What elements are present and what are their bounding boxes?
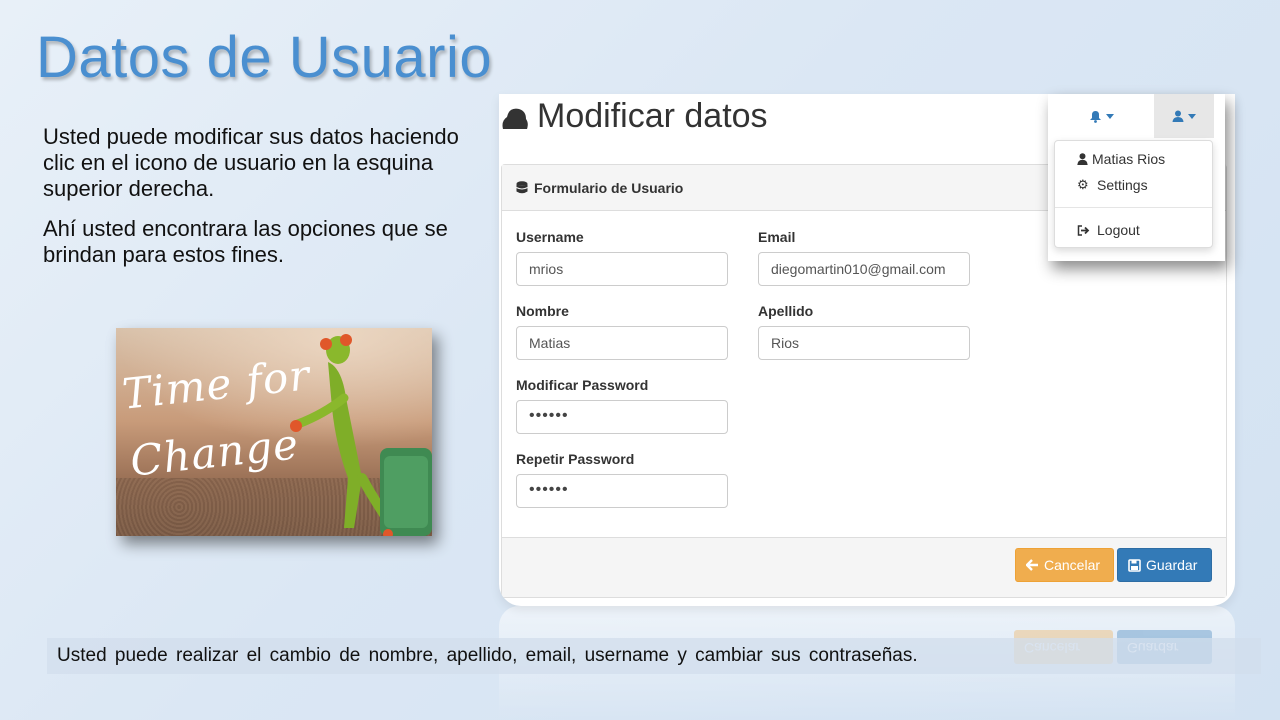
username-label: Username — [516, 229, 584, 245]
save-button[interactable]: Guardar — [1117, 548, 1212, 582]
page-title: Modificar datos — [537, 96, 768, 135]
user-menu-toggle[interactable] — [1154, 94, 1214, 138]
cancel-button[interactable]: Cancelar — [1015, 548, 1114, 582]
bell-icon — [1089, 110, 1101, 123]
footer-text: Usted puede realizar el cambio de nombre… — [57, 645, 918, 666]
repeat-password-input[interactable]: •••••• — [516, 474, 728, 508]
nombre-input[interactable]: Matias — [516, 326, 728, 360]
floppy-disk-icon — [1128, 558, 1141, 572]
repeat-password-field: Repetir Password •••••• — [516, 451, 728, 508]
username-field: Username mrios — [516, 229, 728, 286]
password-field: Modificar Password •••••• — [516, 377, 728, 434]
email-label: Email — [758, 229, 796, 245]
save-label: Guardar — [1146, 557, 1198, 573]
menu-divider — [1055, 207, 1212, 208]
intro-paragraph-2: Ahí usted encontrara las opciones que se… — [43, 216, 448, 267]
user-icon — [1172, 110, 1184, 122]
apellido-label: Apellido — [758, 303, 814, 319]
navbar-dropdown-area: Matias Rios ⚙ Settings Logout — [1048, 94, 1225, 261]
menu-item-settings[interactable]: ⚙ Settings — [1077, 177, 1148, 193]
logout-icon — [1077, 224, 1090, 236]
page-header: Modificar datos — [499, 94, 768, 138]
nombre-label: Nombre — [516, 303, 569, 319]
caret-down-icon — [1188, 113, 1196, 119]
footer-caption: Usted puede realizar el cambio de nombre… — [47, 638, 1261, 674]
menu-item-logout-label: Logout — [1097, 222, 1140, 238]
apellido-field: Apellido Rios — [758, 303, 970, 360]
email-input[interactable]: diegomartin010@gmail.com — [758, 252, 970, 286]
database-icon — [516, 181, 528, 194]
cancel-label: Cancelar — [1044, 557, 1101, 573]
apellido-input[interactable]: Rios — [758, 326, 970, 360]
form-footer: Cancelar Guardar — [502, 537, 1226, 597]
notifications-toggle[interactable] — [1048, 94, 1154, 138]
username-input[interactable]: mrios — [516, 252, 728, 286]
email-field: Email diegomartin010@gmail.com — [758, 229, 970, 286]
nombre-field: Nombre Matias — [516, 303, 728, 360]
gear-icon: ⚙ — [1077, 177, 1089, 192]
arrow-left-icon — [1026, 559, 1038, 571]
slide-title: Datos de Usuario — [36, 25, 493, 90]
intro-paragraph-1: Usted puede modificar sus datos haciendo… — [43, 124, 459, 201]
password-label: Modificar Password — [516, 377, 649, 393]
password-input[interactable]: •••••• — [516, 400, 728, 434]
user-dropdown-menu: Matias Rios ⚙ Settings Logout — [1054, 140, 1213, 248]
intro-text: Usted puede modificar sus datos haciendo… — [43, 124, 473, 282]
frog-figurine-icon — [290, 334, 432, 536]
cloud-icon — [502, 108, 528, 129]
repeat-password-label: Repetir Password — [516, 451, 635, 467]
form-heading: Formulario de Usuario — [534, 179, 684, 196]
menu-item-profile[interactable]: Matias Rios — [1077, 151, 1165, 167]
caret-down-icon — [1105, 113, 1114, 119]
menu-item-logout[interactable]: Logout — [1077, 222, 1140, 238]
time-for-change-photo: Time for Change — [116, 328, 432, 536]
menu-item-settings-label: Settings — [1097, 177, 1148, 193]
user-icon — [1077, 153, 1088, 165]
menu-item-profile-label: Matias Rios — [1092, 151, 1166, 167]
